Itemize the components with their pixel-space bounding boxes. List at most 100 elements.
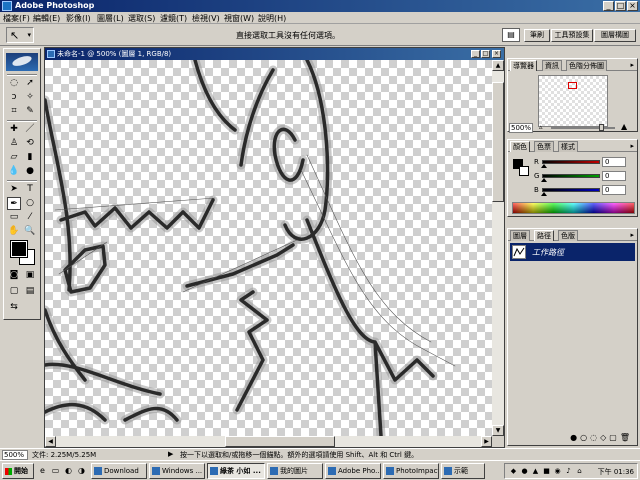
tab-info[interactable]: 資訊 xyxy=(542,60,562,71)
tab-channels[interactable]: 色版 xyxy=(558,230,578,241)
foreground-color-swatch[interactable] xyxy=(10,240,28,258)
quicklaunch-app-icon[interactable]: ◐ xyxy=(63,465,74,476)
navigator-zoom-slider[interactable] xyxy=(551,124,615,131)
menu-help[interactable]: 說明(H) xyxy=(258,13,286,24)
magic-wand-icon[interactable]: ✧ xyxy=(23,91,37,104)
canvas[interactable] xyxy=(45,60,492,436)
lasso-icon[interactable]: ↄ xyxy=(7,91,21,104)
notes-icon[interactable]: ▭ xyxy=(7,211,21,224)
channel-g-slider[interactable] xyxy=(541,174,600,182)
color-spectrum-bar[interactable] xyxy=(512,202,635,214)
blur-icon[interactable]: 💧 xyxy=(7,165,21,178)
tray-icon[interactable]: ▲ xyxy=(531,467,540,476)
quicklaunch-ie-icon[interactable]: e xyxy=(37,465,48,476)
palette-menu-icon[interactable]: ▸ xyxy=(630,142,634,150)
menu-image[interactable]: 影像(I) xyxy=(66,13,91,24)
zoom-out-icon[interactable]: ▵ xyxy=(539,123,543,131)
maximize-button[interactable]: □ xyxy=(615,1,626,11)
status-zoom-field[interactable]: 500% xyxy=(2,450,28,460)
navigator-thumbnail[interactable] xyxy=(538,75,608,127)
slider-marker[interactable] xyxy=(541,164,547,168)
crop-icon[interactable]: ⌗ xyxy=(7,105,21,118)
status-menu-arrow-icon[interactable]: ▶ xyxy=(168,450,173,458)
stroke-path-icon[interactable]: ○ xyxy=(580,433,590,442)
volume-icon[interactable]: ♪ xyxy=(564,467,573,476)
task-photoshop[interactable]: Adobe Pho... xyxy=(325,463,381,479)
history-brush-icon[interactable]: ⟲ xyxy=(23,137,37,150)
stamp-icon[interactable]: ♙ xyxy=(7,137,21,150)
menu-filter[interactable]: 濾鏡(T) xyxy=(160,13,187,24)
task-active[interactable]: 綠茶 小如 ... xyxy=(207,463,265,479)
eyedropper-icon[interactable]: ⁄ xyxy=(23,211,37,224)
hand-icon[interactable]: ✋ xyxy=(7,225,21,238)
task-my-pictures[interactable]: 我的圖片 xyxy=(267,463,323,479)
task-demo[interactable]: 示範 xyxy=(441,463,485,479)
well-tab-layer-comps[interactable]: 圖層構圖 xyxy=(594,29,636,42)
scroll-up-arrow[interactable]: ▲ xyxy=(492,60,504,71)
horizontal-scroll-thumb[interactable] xyxy=(225,436,335,447)
tray-icon[interactable]: ● xyxy=(520,467,529,476)
healing-icon[interactable]: ✚ xyxy=(7,123,21,136)
vertical-scroll-thumb[interactable] xyxy=(492,82,504,202)
pen-icon[interactable]: ✒ xyxy=(7,197,21,210)
imageready-icon[interactable]: ⇆ xyxy=(7,301,21,314)
channel-r-value[interactable]: 0 xyxy=(602,157,626,167)
tab-swatches[interactable]: 色票 xyxy=(534,141,554,152)
navigator-zoom-field[interactable]: 500% xyxy=(509,123,533,133)
brush-icon[interactable]: ／ xyxy=(23,123,37,136)
tool-preset-picker[interactable]: ↖ ▾ xyxy=(6,27,34,43)
quick-mask-icon[interactable]: ◙ xyxy=(7,269,21,282)
task-download[interactable]: Download xyxy=(91,463,147,479)
fill-path-icon[interactable]: ● xyxy=(570,433,580,442)
path-item-work-path[interactable]: 工作路徑 xyxy=(510,243,635,261)
palette-menu-icon[interactable]: ▸ xyxy=(630,231,634,239)
tray-icon[interactable]: ◉ xyxy=(553,467,562,476)
menu-edit[interactable]: 編輯(E) xyxy=(33,13,60,24)
tab-paths[interactable]: 路徑 xyxy=(534,230,554,241)
slider-marker[interactable] xyxy=(541,192,547,196)
dodge-icon[interactable]: ● xyxy=(23,165,37,178)
fullscreen-mode-icon[interactable]: ▤ xyxy=(23,285,37,298)
color-background-chip[interactable] xyxy=(519,166,529,176)
new-path-icon[interactable]: ▢ xyxy=(609,433,620,442)
channel-b-value[interactable]: 0 xyxy=(602,185,626,195)
horizontal-scrollbar[interactable]: ◀ ▶ xyxy=(45,436,492,447)
load-selection-icon[interactable]: ◌ xyxy=(590,433,600,442)
close-button[interactable]: × xyxy=(627,1,638,11)
screen-mode-icon[interactable]: ▢ xyxy=(7,285,21,298)
doc-close-button[interactable]: × xyxy=(492,50,501,58)
doc-minimize-button[interactable]: _ xyxy=(471,50,480,58)
menu-window[interactable]: 視窗(W) xyxy=(224,13,254,24)
quicklaunch-app-icon[interactable]: ◑ xyxy=(76,465,87,476)
tab-layers[interactable]: 圖層 xyxy=(510,230,530,241)
menu-select[interactable]: 選取(S) xyxy=(128,13,155,24)
scroll-down-arrow[interactable]: ▼ xyxy=(492,425,504,436)
scroll-left-arrow[interactable]: ◀ xyxy=(45,436,56,447)
channel-r-slider[interactable] xyxy=(541,160,600,168)
eraser-icon[interactable]: ▱ xyxy=(7,151,21,164)
slider-marker[interactable] xyxy=(541,178,547,182)
path-selection-icon[interactable]: ➤ xyxy=(7,183,21,196)
delete-path-icon[interactable]: 🗑 xyxy=(620,433,633,442)
task-windows[interactable]: Windows ... xyxy=(149,463,205,479)
scroll-right-arrow[interactable]: ▶ xyxy=(481,436,492,447)
menu-layer[interactable]: 圖層(L) xyxy=(97,13,124,24)
tray-icon[interactable]: ◆ xyxy=(509,467,518,476)
zoom-slider-knob[interactable] xyxy=(599,124,604,131)
marquee-icon[interactable]: ◌ xyxy=(7,77,21,90)
task-photoimpact[interactable]: PhotoImpact xyxy=(383,463,439,479)
quicklaunch-desktop-icon[interactable]: ▭ xyxy=(50,465,61,476)
zoom-in-icon[interactable]: ▲ xyxy=(621,122,627,131)
menu-view[interactable]: 檢視(V) xyxy=(192,13,220,24)
doc-maximize-button[interactable]: □ xyxy=(481,50,490,58)
start-button[interactable]: 開始 xyxy=(2,463,34,479)
palette-well-icon[interactable]: ▤ xyxy=(502,28,520,42)
zoom-icon[interactable]: 🔍 xyxy=(23,225,37,238)
tab-navigator[interactable]: 導覽器 xyxy=(510,60,537,71)
tab-color[interactable]: 顏色 xyxy=(510,141,530,152)
navigator-view-box[interactable] xyxy=(568,82,577,89)
gradient-icon[interactable]: ▮ xyxy=(23,151,37,164)
move-icon[interactable]: ➚ xyxy=(23,77,37,90)
minimize-button[interactable]: _ xyxy=(603,1,614,11)
standard-mode-icon[interactable]: ▣ xyxy=(23,269,37,282)
